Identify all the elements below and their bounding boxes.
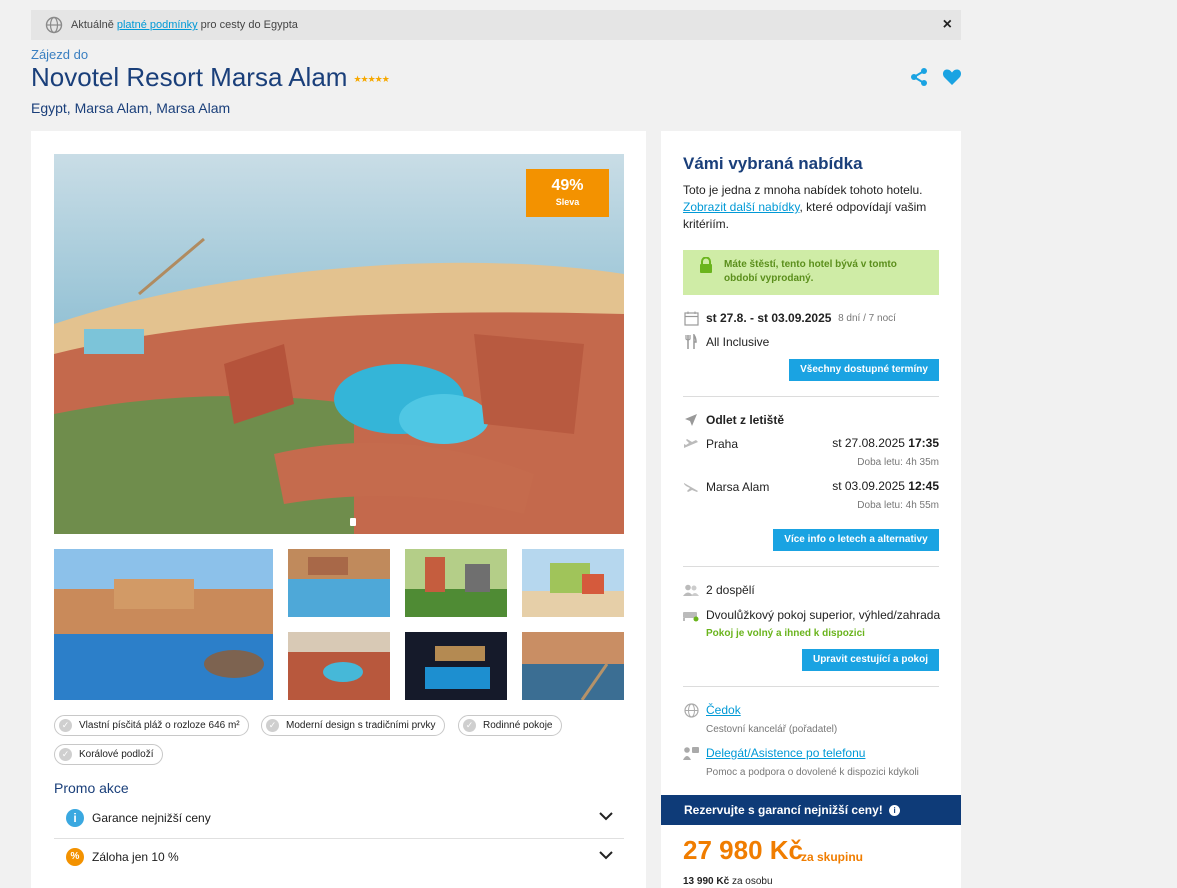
favorite-heart-icon[interactable] xyxy=(942,67,962,87)
hotel-location: Egypt, Marsa Alam, Marsa Alam xyxy=(31,100,231,116)
chevron-down-icon[interactable] xyxy=(599,849,613,863)
edit-travellers-button[interactable]: Upravit cestující a pokoj xyxy=(802,649,939,671)
discount-badge: 49% Sleva xyxy=(526,169,609,217)
delegate-row: Delegát/Asistence po telefonu xyxy=(683,745,865,761)
thumbnail-photo[interactable] xyxy=(405,632,507,700)
total-price: 27 980 Kč xyxy=(683,835,803,865)
board-type: All Inclusive xyxy=(683,334,769,350)
departure-header: Odlet z letiště xyxy=(683,412,784,428)
discount-percent: 49% xyxy=(551,177,584,194)
close-icon[interactable]: × xyxy=(943,17,952,33)
return-flight: Marsa Alam xyxy=(683,479,769,495)
title-row: Novotel Resort Marsa Alam ★★★★★ xyxy=(31,62,390,93)
thumbnail-photo[interactable] xyxy=(405,549,507,617)
discount-label: Sleva xyxy=(555,197,580,207)
room-type: Dvoulůžkový pokoj superior, výhled/zahra… xyxy=(683,607,940,623)
notice-prefix: Aktuálně xyxy=(71,19,114,31)
thumbnail-photo[interactable] xyxy=(522,549,624,617)
room-availability: Pokoj je volný a ihned k dispozici xyxy=(706,628,865,639)
section-divider xyxy=(683,396,939,397)
hotel-name: Novotel Resort Marsa Alam xyxy=(31,62,348,92)
check-icon: ✓ xyxy=(59,719,72,732)
share-icon[interactable] xyxy=(909,67,929,87)
agency-row: Čedok xyxy=(683,702,741,718)
bed-icon xyxy=(683,607,699,623)
promo-item-deposit[interactable]: % Záloha jen 10 % xyxy=(54,838,624,876)
flight-info-button[interactable]: Více info o letech a alternativy xyxy=(773,529,939,551)
return-duration: Doba letu: 4h 55m xyxy=(857,500,939,511)
section-divider xyxy=(683,566,939,567)
agency-link[interactable]: Čedok xyxy=(706,703,741,717)
trip-dates: st 27.8. - st 03.09.2025 8 dní / 7 nocí xyxy=(683,310,896,326)
promo-item-guarantee[interactable]: i Garance nejnižší ceny xyxy=(54,799,624,837)
return-datetime: st 03.09.2025 12:45 xyxy=(832,479,939,493)
slide-indicator[interactable] xyxy=(350,518,356,526)
offer-card: Vámi vybraná nabídka Toto je jedna z mno… xyxy=(661,131,961,888)
check-icon: ✓ xyxy=(59,748,72,761)
info-icon: i xyxy=(66,809,84,827)
delegate-description: Pomoc a podpora o dovolené k dispozici k… xyxy=(706,767,919,778)
all-dates-button[interactable]: Všechny dostupné termíny xyxy=(789,359,939,381)
calendar-icon xyxy=(683,310,699,326)
travellers: 2 dospělí xyxy=(683,582,755,598)
price-unit: za skupinu xyxy=(801,850,864,864)
per-person-price: 13 990 Kč za osobu xyxy=(683,876,773,887)
outbound-duration: Doba letu: 4h 35m xyxy=(857,457,939,468)
globe-icon xyxy=(683,702,699,718)
feature-tag: ✓ Moderní design s tradičními prvky xyxy=(261,715,445,736)
support-icon xyxy=(683,745,699,761)
gallery-card: 49% Sleva ✓ Vlastní písčitá pláž o rozloz… xyxy=(31,131,646,888)
agency-description: Cestovní kancelář (pořadatel) xyxy=(706,724,838,735)
offer-intro: Toto je jedna z mnoha nabídek tohoto hot… xyxy=(683,183,927,231)
info-icon[interactable]: i xyxy=(889,805,901,817)
thumbnail-photo[interactable] xyxy=(288,549,390,617)
section-divider xyxy=(683,686,939,687)
notice-link[interactable]: platné podmínky xyxy=(117,19,198,31)
thumbnail-photo[interactable] xyxy=(54,549,273,700)
outbound-flight: Praha xyxy=(683,436,738,452)
plane-takeoff-icon xyxy=(683,436,699,452)
thumbnail-photo[interactable] xyxy=(288,632,390,700)
outbound-datetime: st 27.08.2025 17:35 xyxy=(832,436,939,450)
navigation-arrow-icon xyxy=(683,412,699,428)
star-rating: ★★★★★ xyxy=(353,74,389,84)
promo-title: Promo akce xyxy=(54,780,129,796)
more-offers-link[interactable]: Zobrazit další nabídky xyxy=(683,200,800,214)
people-icon xyxy=(683,582,699,598)
feature-tag: ✓ Rodinné pokoje xyxy=(458,715,562,736)
offer-title: Vámi vybraná nabídka xyxy=(683,154,863,173)
feature-tag: ✓ Vlastní písčitá pláž o rozloze 646 m² xyxy=(54,715,249,736)
main-photo[interactable]: 49% Sleva xyxy=(54,154,624,534)
percent-icon: % xyxy=(66,848,84,866)
feature-tag: ✓ Korálové podloží xyxy=(54,744,163,765)
lock-icon xyxy=(699,256,713,278)
thumbnail-photo[interactable] xyxy=(522,632,624,700)
notice-bar: Aktuálně platné podmínky pro cesty do Eg… xyxy=(31,10,961,40)
lucky-notice: Máte štěstí, tento hotel bývá v tomto ob… xyxy=(683,250,939,295)
trip-subtitle: Zájezd do xyxy=(31,47,89,62)
globe-icon xyxy=(45,16,63,34)
cutlery-icon xyxy=(683,334,699,350)
plane-landing-icon xyxy=(683,479,699,495)
notice-suffix: pro cesty do Egypta xyxy=(200,19,298,31)
chevron-down-icon[interactable] xyxy=(599,810,613,824)
price-guarantee-banner: Rezervujte s garancí nejnižší ceny! i xyxy=(661,795,961,825)
delegate-link[interactable]: Delegát/Asistence po telefonu xyxy=(706,746,865,760)
check-icon: ✓ xyxy=(463,719,476,732)
check-icon: ✓ xyxy=(266,719,279,732)
